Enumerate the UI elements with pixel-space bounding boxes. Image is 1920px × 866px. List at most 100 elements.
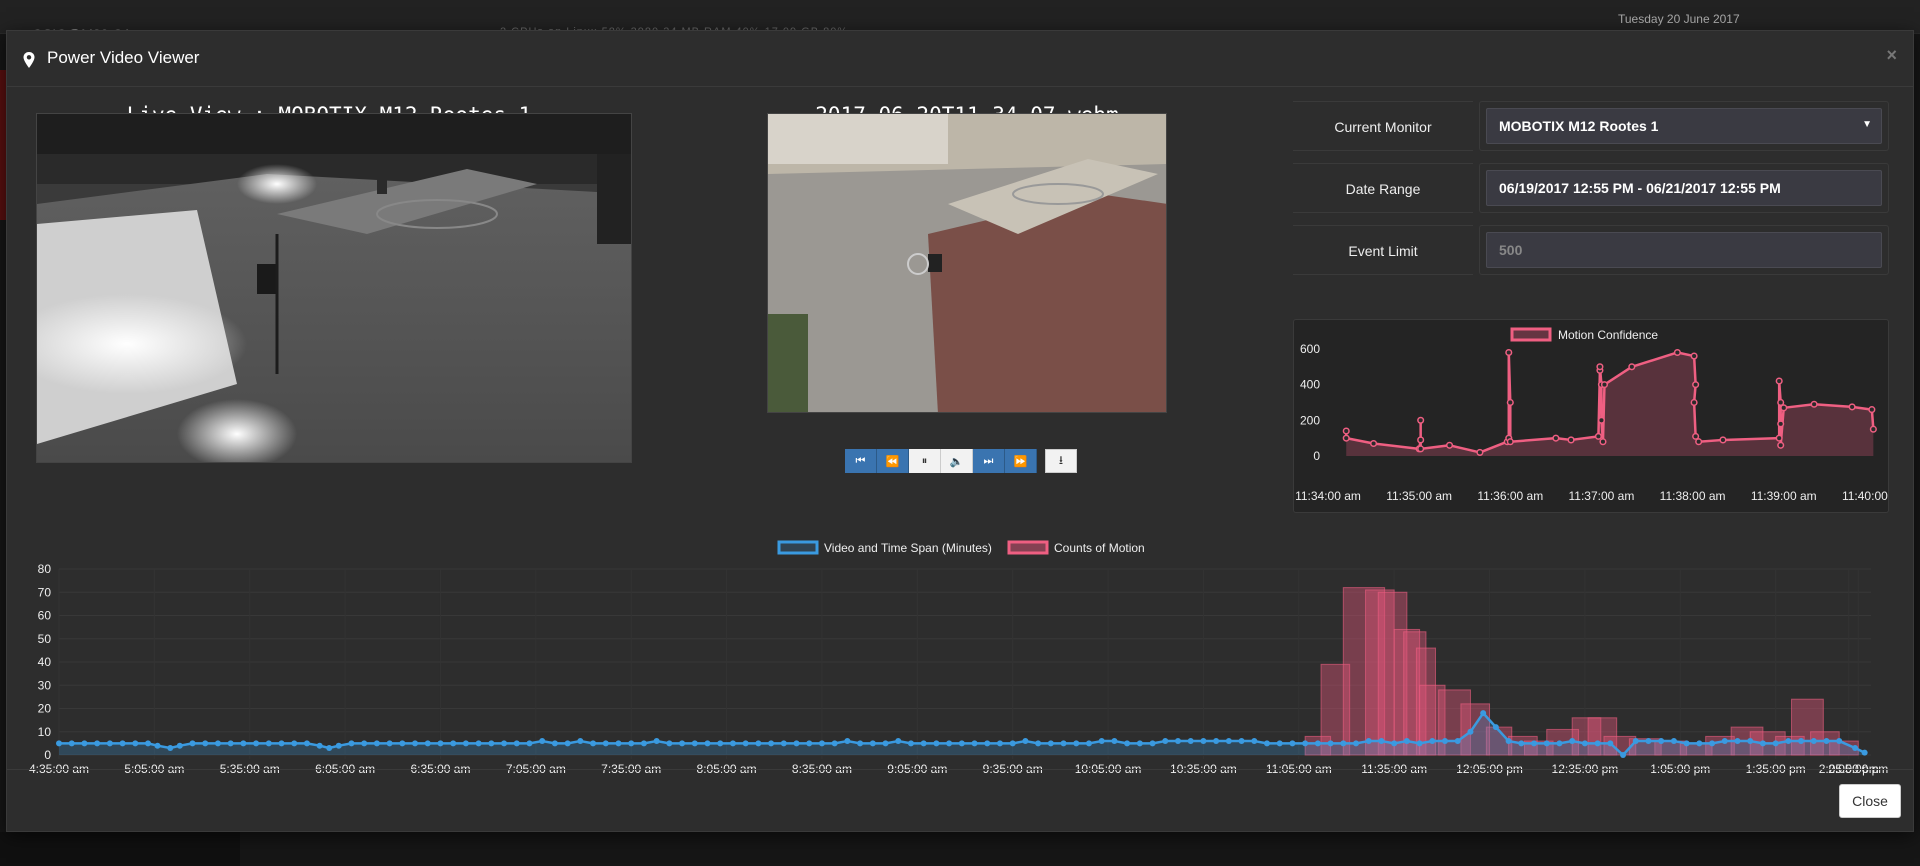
data-point	[1695, 438, 1703, 446]
motion-confidence-chart: Motion Confidence 0 200 400 600 11:34:00 am 11…	[1295, 327, 1908, 503]
modal-header: Power Video Viewer ×	[7, 31, 1913, 87]
playback-video[interactable]	[767, 113, 1167, 413]
data-point	[167, 745, 174, 752]
data-point	[729, 740, 736, 747]
data-point	[1596, 363, 1604, 371]
data-point	[1861, 749, 1868, 756]
data-point	[1200, 738, 1207, 745]
x-tick-label: 11:37:00 am	[1569, 489, 1635, 503]
motion-confidence-area	[1346, 352, 1874, 456]
monitor-row: Current Monitor MOBOTIX M12 Rootes 1 ▼	[1293, 101, 1889, 151]
data-point	[1569, 738, 1576, 745]
data-point	[1403, 738, 1410, 745]
data-point	[513, 740, 520, 747]
data-point	[1798, 738, 1805, 745]
data-point	[1506, 438, 1514, 446]
data-point	[1391, 740, 1398, 747]
data-point	[1628, 363, 1636, 371]
y-tick-label: 70	[38, 585, 52, 599]
data-point	[1149, 740, 1156, 747]
monitor-select-value: MOBOTIX M12 Rootes 1	[1486, 108, 1882, 144]
mute-button[interactable]: 🔈	[941, 449, 973, 473]
data-point	[882, 740, 889, 747]
data-point	[291, 740, 298, 747]
data-point	[214, 740, 221, 747]
data-point	[450, 740, 457, 747]
data-point	[1531, 740, 1538, 747]
data-point	[1600, 381, 1609, 389]
data-point	[424, 740, 431, 747]
fast-forward-button[interactable]: ⏩	[1005, 449, 1037, 473]
timeline-chart[interactable]: Video and Time Span (Minutes) Counts of M…	[19, 533, 1909, 785]
skip-end-icon: ⏭	[983, 454, 994, 467]
data-point	[1777, 420, 1785, 428]
download-button[interactable]: ⭳	[1045, 449, 1077, 473]
data-point	[1721, 738, 1728, 745]
data-point	[176, 742, 183, 749]
data-point	[1289, 740, 1296, 747]
live-view-feed[interactable]	[36, 113, 632, 463]
y-tick-label: 0	[1313, 449, 1320, 463]
monitor-label: Current Monitor	[1293, 101, 1473, 151]
data-point	[1632, 738, 1639, 745]
x-tick-label: 11:39:00 am	[1751, 489, 1817, 503]
close-button[interactable]: Close	[1839, 784, 1901, 818]
skip-start-button[interactable]: ⏮	[845, 449, 877, 473]
data-point	[1136, 740, 1143, 747]
data-point	[1085, 740, 1092, 747]
data-point	[615, 740, 622, 747]
data-point	[1162, 738, 1169, 745]
data-point	[1709, 740, 1716, 747]
pause-button[interactable]: ⏸	[909, 449, 941, 473]
data-point	[793, 740, 800, 747]
data-point	[996, 740, 1003, 747]
data-point	[1692, 432, 1700, 440]
legend: Video and Time Span (Minutes) Counts of M…	[777, 540, 1145, 555]
legend-label-motion-confidence: Motion Confidence	[1558, 328, 1658, 342]
data-point	[1480, 710, 1487, 717]
data-point	[768, 740, 775, 747]
data-point	[326, 745, 333, 752]
data-point	[1454, 738, 1461, 745]
data-point	[1022, 738, 1029, 745]
data-point	[1777, 441, 1785, 449]
data-point	[1378, 738, 1385, 745]
data-point	[1620, 752, 1627, 758]
rewind-icon: ⏪	[885, 455, 900, 468]
data-point	[1597, 416, 1605, 424]
date-range-input[interactable]: 06/19/2017 12:55 PM - 06/21/2017 12:55 P…	[1479, 163, 1889, 213]
data-point	[895, 738, 902, 745]
rewind-button[interactable]: ⏪	[877, 449, 909, 473]
data-point	[1594, 432, 1602, 440]
data-point	[1518, 740, 1525, 747]
date-range-value: 06/19/2017 12:55 PM - 06/21/2017 12:55 P…	[1486, 170, 1882, 206]
data-point	[831, 740, 838, 747]
data-point	[1442, 738, 1449, 745]
data-point	[1645, 738, 1652, 745]
data-point	[1276, 740, 1283, 747]
data-point	[1417, 445, 1425, 453]
data-point	[348, 740, 355, 747]
data-point	[1690, 352, 1698, 360]
data-point	[1213, 738, 1220, 745]
y-tick-label: 30	[38, 678, 52, 692]
map-marker-icon	[23, 52, 35, 68]
data-point	[1327, 740, 1334, 747]
data-point	[1690, 398, 1698, 407]
download-icon: ⭳	[1058, 452, 1064, 467]
data-point	[1476, 448, 1484, 456]
close-icon[interactable]: ×	[1886, 45, 1897, 66]
data-point	[539, 738, 546, 745]
chevron-down-icon: ▼	[1862, 119, 1872, 130]
data-point	[1370, 439, 1378, 448]
event-limit-input[interactable]: 500	[1479, 225, 1889, 275]
data-point	[1836, 738, 1843, 745]
data-point	[780, 740, 787, 747]
data-point	[958, 740, 965, 747]
date-range-row: Date Range 06/19/2017 12:55 PM - 06/21/2…	[1293, 163, 1889, 213]
data-point	[1673, 348, 1681, 357]
monitor-select[interactable]: MOBOTIX M12 Rootes 1 ▼	[1479, 101, 1889, 151]
skip-end-button[interactable]: ⏭	[973, 449, 1005, 473]
y-tick-label: 80	[38, 562, 52, 576]
x-tick-label: 11:36:00 am	[1477, 489, 1543, 503]
